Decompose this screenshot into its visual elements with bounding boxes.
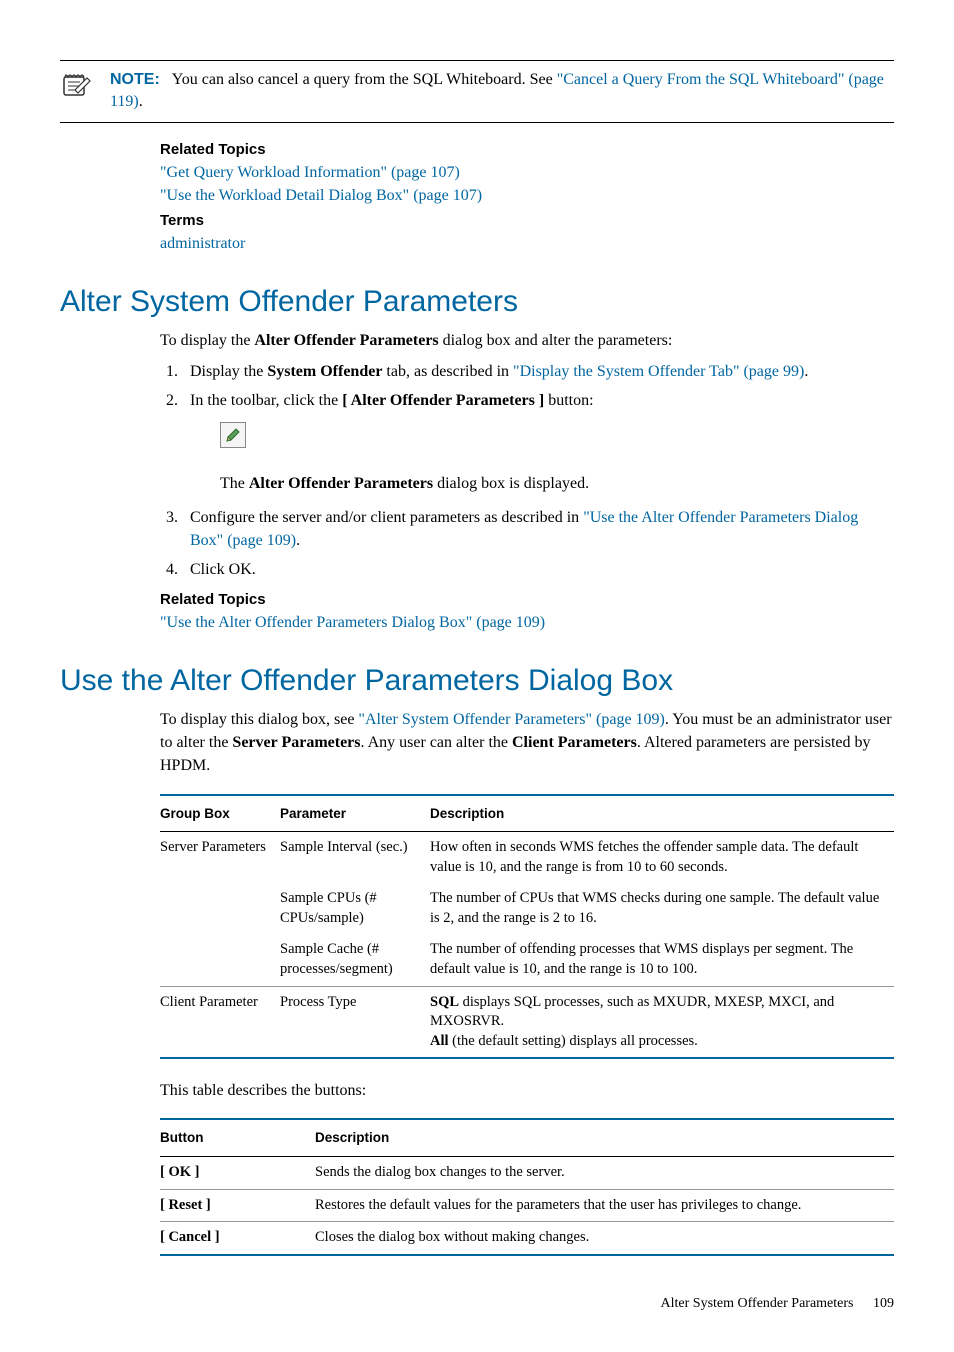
note-box: NOTE: You can also cancel a query from t… — [60, 60, 894, 123]
alter-offender-button-icon[interactable] — [220, 422, 246, 448]
heading-alter-params: Alter System Offender Parameters — [60, 285, 894, 319]
note-text-after: . — [139, 93, 143, 110]
t1-h3: Description — [430, 795, 894, 832]
related-link-2[interactable]: "Use the Workload Detail Dialog Box" (pa… — [160, 187, 482, 204]
step-4: Click OK. — [182, 558, 894, 581]
related-heading: Related Topics — [160, 139, 894, 161]
t2-h2: Description — [315, 1119, 894, 1156]
t2-h1: Button — [160, 1119, 315, 1156]
table-row: Client Parameter Process Type SQL displa… — [160, 986, 894, 1058]
table2-intro: This table describes the buttons: — [160, 1079, 894, 1102]
step-1: Display the System Offender tab, as desc… — [182, 360, 894, 383]
related-heading-2: Related Topics — [160, 589, 894, 611]
t1-h1: Group Box — [160, 795, 280, 832]
parameters-table: Group Box Parameter Description Server P… — [160, 794, 894, 1060]
p2-link[interactable]: "Alter System Offender Parameters" (page… — [358, 711, 664, 728]
note-icon — [60, 69, 100, 104]
page-footer: Alter System Offender Parameters 109 — [60, 1296, 894, 1312]
note-text-before: You can also cancel a query from the SQL… — [172, 71, 557, 88]
related-link-1[interactable]: "Get Query Workload Information" (page 1… — [160, 164, 460, 181]
table-row: [ OK ] Sends the dialog box changes to t… — [160, 1157, 894, 1190]
p1-after: dialog box and alter the parameters: — [439, 332, 673, 349]
table-row: Server Parameters Sample Interval (sec.)… — [160, 832, 894, 884]
table-row: [ Cancel ] Closes the dialog box without… — [160, 1222, 894, 1255]
step1-link[interactable]: "Display the System Offender Tab" (page … — [513, 363, 804, 380]
buttons-table: Button Description [ OK ] Sends the dial… — [160, 1118, 894, 1255]
footer-title: Alter System Offender Parameters — [661, 1296, 854, 1311]
related2-link[interactable]: "Use the Alter Offender Parameters Dialo… — [160, 614, 545, 631]
steps-list: Display the System Offender tab, as desc… — [160, 360, 894, 581]
terms-heading: Terms — [160, 210, 894, 232]
terms-link[interactable]: administrator — [160, 235, 245, 252]
heading-use-dialog: Use the Alter Offender Parameters Dialog… — [60, 664, 894, 698]
p1-before: To display the — [160, 332, 254, 349]
note-label: NOTE: — [110, 71, 160, 88]
table-row: [ Reset ] Restores the default values fo… — [160, 1189, 894, 1222]
related-topics-1: Related Topics "Get Query Workload Infor… — [160, 139, 894, 255]
p1-bold: Alter Offender Parameters — [254, 332, 438, 349]
t1-h2: Parameter — [280, 795, 430, 832]
page-number: 109 — [873, 1296, 894, 1311]
step-2: In the toolbar, click the [ Alter Offend… — [182, 389, 894, 495]
step-3: Configure the server and/or client param… — [182, 506, 894, 552]
